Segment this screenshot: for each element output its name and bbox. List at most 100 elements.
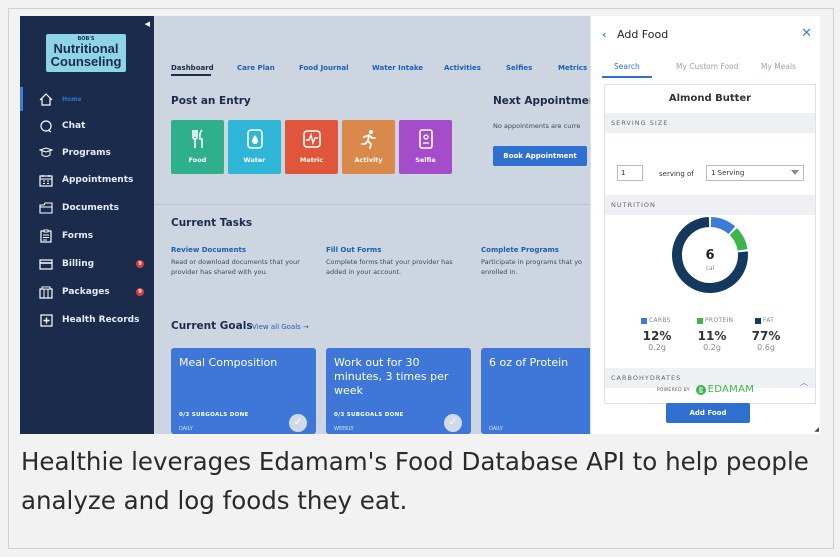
tab-care-plan[interactable]: Care Plan [237, 64, 275, 72]
tile-label: Food [188, 156, 207, 164]
sidebar-item-forms[interactable]: Forms [20, 224, 154, 248]
chat-icon [38, 119, 54, 133]
legend-label: FAT [763, 317, 775, 324]
sidebar-item-label: Home [62, 95, 82, 103]
resize-handle-icon[interactable]: ◢ [814, 426, 819, 433]
goal-title: 6 oz of Protein [489, 356, 569, 369]
add-food-panel: ‹ Add Food ✕ Search My Custom Food My Me… [590, 16, 820, 434]
tab-search[interactable]: Search [614, 62, 640, 71]
sidebar-item-label: Forms [62, 231, 94, 241]
app-screenshot: ◀ BOB'S Nutritional Counseling Home Chat… [20, 16, 820, 434]
food-name: Almond Butter [668, 93, 752, 104]
sidebar-item-billing[interactable]: Billing 9 [20, 252, 154, 276]
sidebar-item-documents[interactable]: Documents [20, 196, 154, 220]
serving-unit-select[interactable]: 1 Serving [706, 165, 804, 181]
task-description: Read or download documents that your [171, 258, 300, 266]
sidebar-item-health-records[interactable]: Health Records [20, 308, 154, 332]
complete-programs-link[interactable]: Complete Programs [481, 246, 559, 254]
tab-food-journal[interactable]: Food Journal [299, 64, 349, 72]
legend-label: PROTEIN [705, 317, 734, 324]
calendar-icon [38, 173, 54, 187]
quantity-input[interactable]: 1 [617, 165, 643, 181]
activity-tile[interactable]: Activity [342, 120, 395, 174]
dashboard: Dashboard Care Plan Food Journal Water I… [154, 16, 590, 434]
calories-unit: cal [706, 265, 715, 272]
sidebar-item-appointments[interactable]: Appointments [20, 168, 154, 192]
folder-icon [38, 201, 54, 215]
macro-donut-chart: 6 cal [672, 217, 748, 293]
powered-by-edamam: POWERED BY EDAMAM [591, 384, 820, 395]
caption-text: Healthie leverages Edamam's Food Databas… [21, 447, 809, 515]
tab-selfies[interactable]: Selfies [506, 64, 532, 72]
selfie-tile[interactable]: Selfie [399, 120, 452, 174]
check-icon[interactable]: ✓ [289, 414, 307, 432]
tile-label: Selfie [415, 156, 436, 164]
goal-frequency: DAILY [179, 426, 193, 432]
clipboard-icon [38, 229, 54, 243]
check-icon[interactable]: ✓ [444, 414, 462, 432]
tab-my-custom-food[interactable]: My Custom Food [676, 62, 738, 71]
back-chevron-icon[interactable]: ‹ [602, 28, 607, 41]
add-food-button[interactable]: Add Food [666, 403, 750, 423]
review-documents-link[interactable]: Review Documents [171, 246, 246, 254]
legend-label: CARBS [649, 317, 671, 324]
carbs-legend: CARBS [641, 317, 671, 324]
programs-icon [38, 146, 54, 160]
goal-card[interactable]: Meal Composition 0/3 SUBGOALS DONE DAILY… [171, 348, 316, 434]
metric-chart-icon [285, 120, 338, 150]
caret-down-icon [791, 170, 799, 175]
edamam-e-icon [695, 384, 706, 395]
logo-line3: Counseling [50, 54, 122, 69]
tab-activities[interactable]: Activities [444, 64, 481, 72]
water-tile[interactable]: Water [228, 120, 281, 174]
tab-dashboard[interactable]: Dashboard [171, 64, 214, 72]
book-appointment-button[interactable]: Book Appointment [493, 146, 587, 166]
food-tile[interactable]: Food [171, 120, 224, 174]
sidebar-item-home[interactable]: Home [20, 87, 154, 111]
carbs-percent: 12% [642, 329, 672, 343]
sidebar-item-label: Appointments [62, 175, 134, 185]
sidebar-item-chat[interactable]: Chat [20, 114, 154, 138]
tab-metrics[interactable]: Metrics [558, 64, 587, 72]
metric-tile[interactable]: Metric [285, 120, 338, 174]
view-all-goals-link[interactable]: View all Goals → [252, 323, 309, 331]
fat-percent: 77% [751, 329, 781, 343]
protein-grams: 0.2g [703, 343, 721, 352]
sidebar-item-programs[interactable]: Programs [20, 141, 154, 165]
edamam-wordmark: EDAMAM [707, 384, 755, 395]
task-description: Participate in programs that yo [481, 258, 583, 266]
active-tab-indicator [602, 76, 652, 78]
section-divider [154, 204, 590, 205]
fat-legend: FAT [755, 317, 774, 324]
tab-water-intake[interactable]: Water Intake [372, 64, 423, 72]
sidebar-collapse-icon[interactable]: ◀ [145, 20, 150, 28]
health-record-icon [38, 313, 54, 327]
task-description: Complete forms that your provider has [326, 258, 453, 266]
close-icon[interactable]: ✕ [801, 26, 812, 41]
goal-title: Meal Composition [179, 356, 278, 369]
billing-badge: 9 [136, 260, 144, 268]
carbs-swatch [641, 317, 647, 324]
goal-title: Work out for 30 minutes, 3 times per wee… [334, 356, 449, 397]
sidebar-item-label: Programs [62, 148, 111, 158]
goal-subgoals: 0/3 SUBGOALS DONE [179, 412, 249, 418]
serving-unit-value: 1 Serving [711, 169, 745, 177]
sidebar: ◀ BOB'S Nutritional Counseling Home Chat… [20, 16, 154, 434]
no-appointments-text: No appointments are curre [493, 122, 581, 130]
calories-value: 6 [705, 248, 714, 263]
tile-label: Metric [299, 156, 324, 164]
package-icon [38, 285, 54, 299]
sidebar-item-packages[interactable]: Packages 9 [20, 280, 154, 304]
tab-my-meals[interactable]: My Meals [761, 62, 796, 71]
tile-label: Water [243, 156, 266, 164]
credit-card-icon [38, 257, 54, 271]
goal-card[interactable]: 6 oz of Protein DAILY [481, 348, 590, 434]
fork-knife-icon [171, 120, 224, 150]
goal-card[interactable]: Work out for 30 minutes, 3 times per wee… [326, 348, 471, 434]
edamam-logo: EDAMAM [695, 384, 755, 395]
goal-frequency: DAILY [489, 426, 503, 432]
sidebar-item-label: Chat [62, 121, 86, 131]
fill-out-forms-link[interactable]: Fill Out Forms [326, 246, 381, 254]
water-glass-icon [228, 120, 281, 150]
logo[interactable]: BOB'S Nutritional Counseling [46, 34, 126, 72]
